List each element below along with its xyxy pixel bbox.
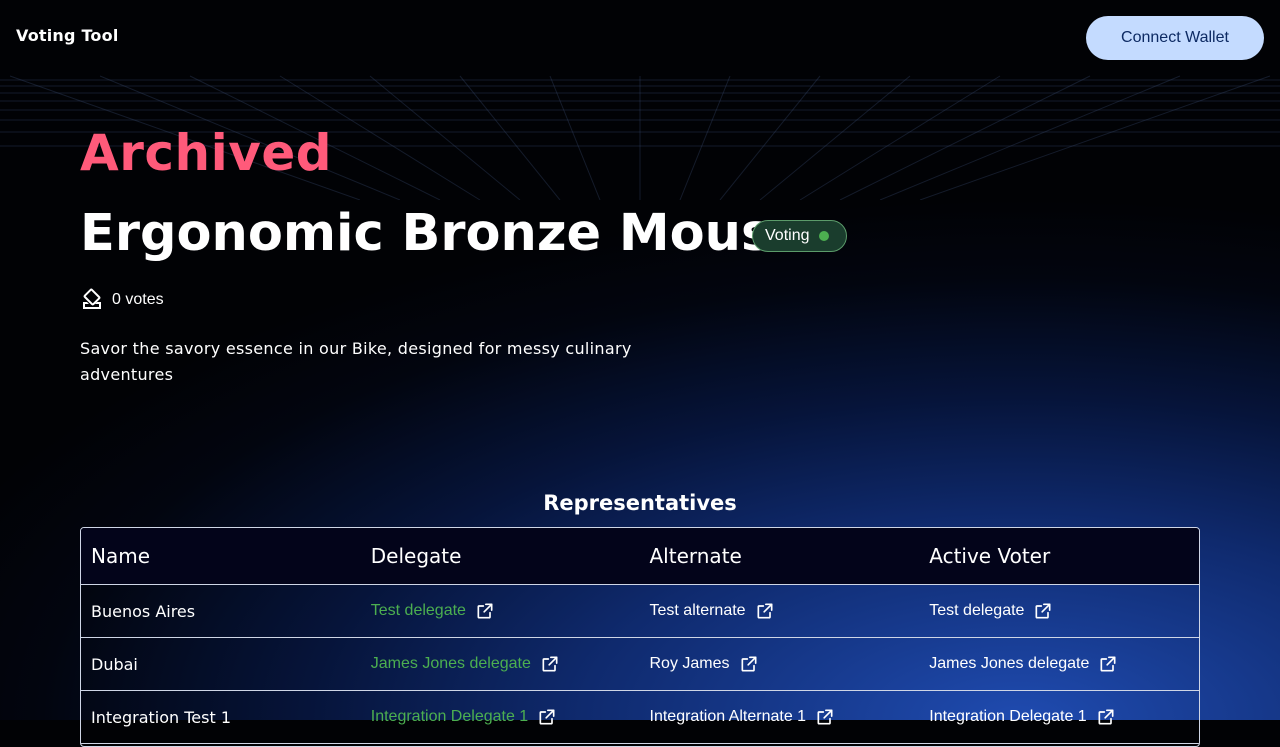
table-header-row: Name Delegate Alternate Active Voter <box>81 528 1199 585</box>
delegate-cell: Integration Delegate 1 <box>361 707 640 727</box>
delegate-cell: Test delegate <box>361 601 640 621</box>
external-link-icon[interactable] <box>1096 707 1116 727</box>
delegate-cell: James Jones delegate <box>361 654 640 674</box>
alternate-cell: Test alternate <box>640 601 920 621</box>
app-brand[interactable]: Voting Tool <box>16 26 119 45</box>
connect-wallet-button[interactable]: Connect Wallet <box>1086 16 1264 60</box>
external-link-icon[interactable] <box>739 654 759 674</box>
proposal-status-heading: Archived <box>80 124 333 182</box>
alternate-cell: Roy James <box>640 654 920 674</box>
representative-name: Buenos Aires <box>91 601 196 621</box>
vote-count-text: 0 votes <box>112 291 164 308</box>
active-voter-link[interactable]: Test delegate <box>929 602 1024 620</box>
delegate-link[interactable]: James Jones delegate <box>371 655 531 673</box>
column-header-active-voter: Active Voter <box>929 544 1051 568</box>
representative-name: Integration Test 1 <box>91 707 232 727</box>
table-row: Buenos Aires Test delegate Test alternat… <box>81 585 1199 638</box>
external-link-icon[interactable] <box>540 654 560 674</box>
delegate-link[interactable]: Integration Delegate 1 <box>371 708 528 726</box>
active-voter-cell: Test delegate <box>919 601 1199 621</box>
alternate-link[interactable]: Roy James <box>650 655 730 673</box>
representatives-heading: Representatives <box>543 491 737 515</box>
table-row: Integration Test 1 Integration Delegate … <box>81 691 1199 744</box>
external-link-icon[interactable] <box>1033 601 1053 621</box>
status-badge: Voting <box>752 220 847 252</box>
table-row: Dubai James Jones delegate Roy James Jam… <box>81 638 1199 691</box>
active-voter-cell: James Jones delegate <box>919 654 1199 674</box>
external-link-icon[interactable] <box>815 707 835 727</box>
representatives-table: Name Delegate Alternate Active Voter Bue… <box>80 527 1200 747</box>
active-voter-cell: Integration Delegate 1 <box>919 707 1199 727</box>
external-link-icon[interactable] <box>1098 654 1118 674</box>
external-link-icon[interactable] <box>537 707 557 727</box>
vote-count: 0 votes <box>80 288 164 312</box>
column-header-name: Name <box>91 544 151 568</box>
external-link-icon[interactable] <box>755 601 775 621</box>
active-voter-link[interactable]: James Jones delegate <box>929 655 1089 673</box>
status-dot-icon <box>819 231 830 241</box>
ballot-icon <box>83 288 101 309</box>
status-badge-label: Voting <box>765 227 810 244</box>
proposal-title: Ergonomic Bronze Mouse <box>80 204 806 263</box>
representative-name: Dubai <box>91 654 138 674</box>
column-header-delegate: Delegate <box>370 544 462 568</box>
active-voter-link[interactable]: Integration Delegate 1 <box>929 708 1086 726</box>
column-header-alternate: Alternate <box>649 544 742 568</box>
proposal-description: Savor the savory essence in our Bike, de… <box>80 339 632 384</box>
external-link-icon[interactable] <box>475 601 495 621</box>
top-navigation-bar: Voting Tool Connect Wallet <box>0 0 1280 76</box>
delegate-link[interactable]: Test delegate <box>371 602 466 620</box>
alternate-cell: Integration Alternate 1 <box>640 707 920 727</box>
alternate-link[interactable]: Test alternate <box>650 602 746 620</box>
alternate-link[interactable]: Integration Alternate 1 <box>650 708 807 726</box>
